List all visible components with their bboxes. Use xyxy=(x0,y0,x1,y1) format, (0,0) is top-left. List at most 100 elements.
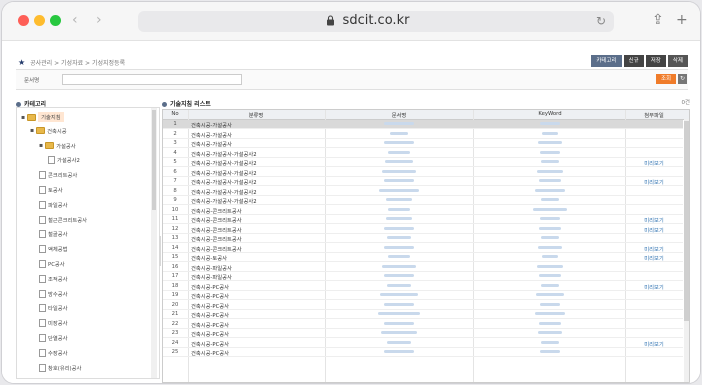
tree-node[interactable]: 타일공사 xyxy=(39,304,68,313)
table-row[interactable]: 24 건축시공-PC공사 미리보기 xyxy=(163,339,683,348)
preview-link[interactable]: 미리보기 xyxy=(625,159,683,167)
reload-icon[interactable]: ↻ xyxy=(596,14,606,28)
breadcrumb-item[interactable]: 공사관리 xyxy=(30,60,52,67)
new-tab-icon[interactable]: + xyxy=(676,12,688,28)
tree-node[interactable]: 미장공사 xyxy=(39,319,68,328)
new-button[interactable]: 신규 xyxy=(623,55,644,67)
back-arrow-icon[interactable]: ‹ xyxy=(72,12,78,28)
table-row[interactable]: 5 건축시공-가설공사-가설공사2 미리보기 xyxy=(163,158,683,167)
table-row[interactable]: 18 건축시공-PC공사 미리보기 xyxy=(163,282,683,291)
tree-node[interactable]: 수장공사 xyxy=(39,348,68,357)
header-doc[interactable]: 문서명 xyxy=(329,111,469,119)
tree-node[interactable]: 가설공사2 xyxy=(48,156,80,165)
tree-node[interactable]: 조적공사 xyxy=(39,274,68,283)
share-icon[interactable]: ⇪ xyxy=(652,12,664,28)
maximize-window-button[interactable] xyxy=(50,15,61,26)
table-row[interactable]: 22 건축시공-PC공사 xyxy=(163,320,683,329)
close-window-button[interactable] xyxy=(18,15,29,26)
tree-node[interactable]: 단열공사 xyxy=(39,334,68,342)
row-category: 건축시공-가설공사-가설공사2 xyxy=(191,199,257,205)
table-row[interactable]: 7 건축시공-가설공사-가설공사2 미리보기 xyxy=(163,177,683,186)
address-bar[interactable]: sdcit.co.kr ↻ xyxy=(138,11,614,32)
header-keyword[interactable]: KeyWord xyxy=(475,111,625,117)
table-row[interactable]: 6 건축시공-가설공사-가설공사2 xyxy=(163,168,683,177)
tree-node[interactable]: 방수공사 xyxy=(39,289,68,298)
tree-node[interactable]: 창호(유리)공사 xyxy=(39,363,81,372)
tree-scrollbar[interactable] xyxy=(151,108,157,378)
tree-node[interactable]: PC공사 xyxy=(39,260,65,268)
table-row[interactable]: 3 건축시공-가설공사 xyxy=(163,139,683,148)
row-keyword xyxy=(475,264,625,270)
table-row[interactable]: 8 건축시공-가설공사-가설공사2 xyxy=(163,187,683,196)
table-row[interactable]: 25 건축시공-PC공사 xyxy=(163,348,683,357)
table-row[interactable]: 14 건축시공-콘크리트공사 미리보기 xyxy=(163,244,683,253)
tree-node[interactable]: ▪ 기술지침 xyxy=(21,112,64,122)
table-row[interactable]: 17 건축시공-파일공사 xyxy=(163,272,683,281)
preview-link[interactable]: 미리보기 xyxy=(625,340,683,348)
table-row[interactable]: 15 건축시공-토공사 미리보기 xyxy=(163,253,683,262)
row-number: 3 xyxy=(173,140,177,146)
tree-node[interactable]: 파일공사 xyxy=(39,200,68,209)
save-button[interactable]: 저장 xyxy=(645,55,666,67)
row-document-name xyxy=(329,235,469,241)
preview-link[interactable]: 미리보기 xyxy=(625,226,683,234)
row-keyword xyxy=(475,283,625,289)
grid-scrollbar[interactable] xyxy=(684,119,689,382)
header-no[interactable]: No xyxy=(163,111,187,117)
tree-node[interactable]: ▪ 건축시공 xyxy=(30,127,67,135)
document-icon xyxy=(39,304,46,313)
breadcrumb-item[interactable]: 기성자료 xyxy=(61,60,83,67)
row-keyword xyxy=(475,321,625,327)
tree-node[interactable]: 콘크리트공사 xyxy=(39,171,77,180)
table-row[interactable]: 20 건축시공-PC공사 xyxy=(163,301,683,310)
row-keyword xyxy=(475,340,625,346)
delete-button[interactable]: 삭제 xyxy=(667,55,688,67)
document-name-input[interactable] xyxy=(62,74,242,85)
table-row[interactable]: 11 건축시공-콘크리트공사 미리보기 xyxy=(163,215,683,224)
preview-link[interactable]: 미리보기 xyxy=(625,178,683,186)
table-row[interactable]: 4 건축시공-가설공사-가설공사2 xyxy=(163,149,683,158)
row-document-name xyxy=(329,188,469,194)
preview-link[interactable]: 미리보기 xyxy=(625,216,683,224)
table-row[interactable]: 16 건축시공-파일공사 xyxy=(163,263,683,272)
table-row[interactable]: 10 건축시공-콘크리트공사 xyxy=(163,206,683,215)
search-button[interactable]: 조회 xyxy=(656,74,676,84)
tree-node[interactable]: ▪ 가설공사 xyxy=(39,142,76,150)
row-keyword xyxy=(475,245,625,251)
panel-splitter[interactable] xyxy=(159,236,161,266)
table-row[interactable]: 1 건축시공-가설공사 xyxy=(163,120,683,129)
row-keyword xyxy=(475,330,625,336)
tree-node-label: 철골공사 xyxy=(48,232,68,239)
table-row[interactable]: 13 건축시공-콘크리트공사 xyxy=(163,234,683,243)
minimize-window-button[interactable] xyxy=(34,15,45,26)
row-category: 건축시공-PC공사 xyxy=(191,313,230,319)
table-row[interactable]: 9 건축시공-가설공사-가설공사2 xyxy=(163,196,683,205)
preview-link[interactable]: 미리보기 xyxy=(625,283,683,291)
tree-node[interactable]: 철골공사 xyxy=(39,230,68,239)
breadcrumb-item[interactable]: 기성지정등록 xyxy=(92,60,125,67)
header-category[interactable]: 분류명 xyxy=(191,111,321,119)
category-button[interactable]: 카테고리 xyxy=(591,55,622,67)
table-row[interactable]: 2 건축시공-가설공사 xyxy=(163,130,683,139)
row-category: 건축시공-PC공사 xyxy=(191,284,230,291)
preview-link[interactable]: 미리보기 xyxy=(625,245,683,253)
table-row[interactable]: 19 건축시공-PC공사 xyxy=(163,291,683,300)
tree-node[interactable]: 토공사 xyxy=(39,186,63,194)
header-attach[interactable]: 첨부파일 xyxy=(625,111,683,119)
forward-arrow-icon[interactable]: › xyxy=(96,12,102,28)
table-row[interactable]: 21 건축시공-PC공사 xyxy=(163,310,683,319)
document-icon xyxy=(39,348,46,357)
table-row[interactable]: 23 건축시공-PC공사 xyxy=(163,329,683,338)
collapse-icon[interactable]: ▪ xyxy=(21,114,25,121)
url-text: sdcit.co.kr xyxy=(342,13,410,28)
tree-node[interactable]: 액체공법 xyxy=(39,245,68,254)
preview-link[interactable]: 미리보기 xyxy=(625,254,683,262)
refresh-icon[interactable]: ↻ xyxy=(678,74,687,84)
tree-node-label: 가설공사2 xyxy=(57,158,80,165)
tree-node[interactable]: 철근콘크리트공사 xyxy=(39,215,87,224)
collapse-icon[interactable]: ▪ xyxy=(39,142,43,149)
row-number: 24 xyxy=(171,339,179,346)
row-category: 건축시공-가설공사-가설공사2 xyxy=(191,151,257,158)
collapse-icon[interactable]: ▪ xyxy=(30,127,34,134)
table-row[interactable]: 12 건축시공-콘크리트공사 미리보기 xyxy=(163,225,683,234)
